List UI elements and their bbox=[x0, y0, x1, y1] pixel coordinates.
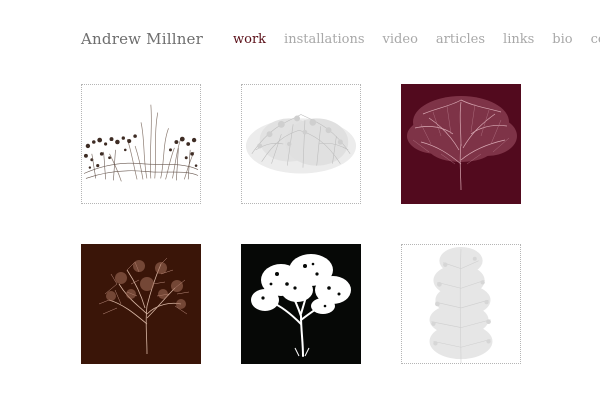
nav-item-bio[interactable]: bio bbox=[552, 32, 572, 47]
nav-item-articles[interactable]: articles bbox=[436, 32, 485, 47]
page: Andrew Millner work installations video … bbox=[0, 0, 600, 400]
thumbnail-white-tree-drawing[interactable] bbox=[241, 244, 361, 364]
thumbnail-red-tree-drawing[interactable] bbox=[401, 84, 521, 204]
nav-item-work[interactable]: work bbox=[233, 32, 266, 47]
nav-item-video[interactable]: video bbox=[383, 32, 418, 47]
thumbnail-brown-tree-drawing[interactable] bbox=[81, 244, 201, 364]
red-tree-drawing-image bbox=[401, 84, 521, 204]
nav-item-installations[interactable]: installations bbox=[284, 32, 365, 47]
shrub-drawing-image bbox=[242, 85, 360, 203]
main-nav: work installations video articles links … bbox=[233, 32, 600, 47]
site-title[interactable]: Andrew Millner bbox=[81, 30, 203, 48]
brown-tree-drawing-image bbox=[81, 244, 201, 364]
grass-drawing-image bbox=[82, 85, 200, 203]
tall-tree-drawing-image bbox=[402, 245, 520, 363]
white-tree-drawing-image bbox=[241, 244, 361, 364]
thumbnail-tall-tree-drawing[interactable] bbox=[401, 244, 521, 364]
thumbnail-shrub-drawing[interactable] bbox=[241, 84, 361, 204]
nav-item-contact[interactable]: contact bbox=[591, 32, 600, 47]
nav-item-links[interactable]: links bbox=[503, 32, 534, 47]
thumbnail-grass-drawing[interactable] bbox=[81, 84, 201, 204]
